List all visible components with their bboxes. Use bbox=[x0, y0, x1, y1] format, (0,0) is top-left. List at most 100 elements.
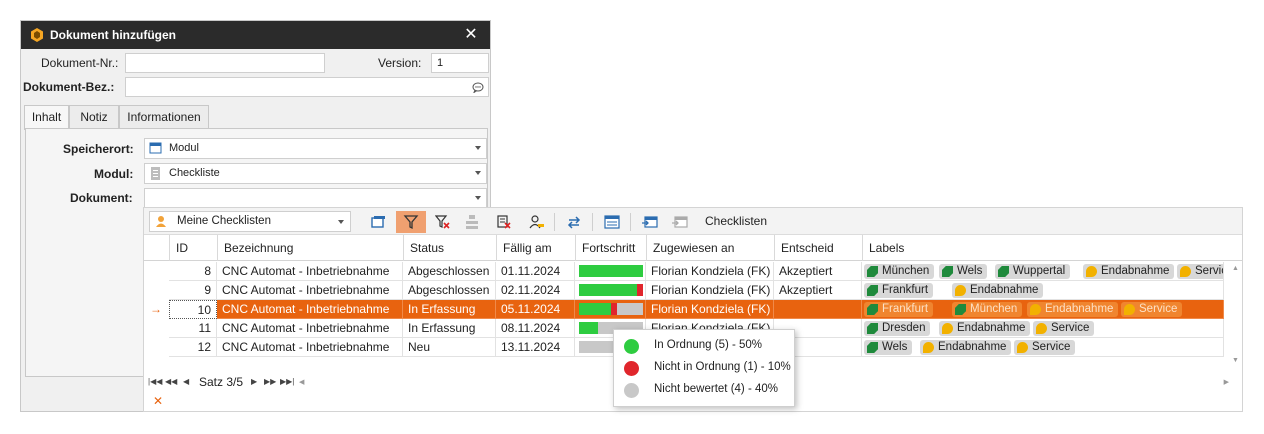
vertical-scrollbar[interactable]: ▲ ▼ bbox=[1228, 261, 1242, 371]
cell-bezeichnung[interactable]: CNC Automat - Inbetriebnahme bbox=[217, 262, 403, 281]
label-chip[interactable]: Endabnahme bbox=[952, 283, 1044, 298]
assign-user-button[interactable] bbox=[525, 211, 549, 233]
group-button[interactable] bbox=[460, 211, 484, 233]
label-chip[interactable]: Endabnahme bbox=[1027, 302, 1119, 317]
cell-zugewiesen[interactable]: Florian Kondziela (FK) bbox=[646, 281, 774, 300]
cell-bezeichnung[interactable]: CNC Automat - Inbetriebnahme bbox=[217, 281, 403, 300]
label-chip[interactable]: Wels bbox=[864, 340, 913, 355]
tab-notiz[interactable]: Notiz bbox=[69, 105, 119, 129]
column-header-status[interactable]: Status bbox=[403, 235, 496, 261]
cell-entscheid[interactable] bbox=[774, 300, 862, 319]
label-chip[interactable]: Wels bbox=[939, 264, 988, 279]
label-chip[interactable]: Service bbox=[1177, 264, 1223, 279]
column-header-faellig[interactable]: Fällig am bbox=[496, 235, 575, 261]
view-select[interactable]: Meine Checklisten bbox=[149, 211, 351, 232]
cancel-icon[interactable]: ✕ bbox=[153, 394, 163, 408]
label-chip[interactable]: München bbox=[864, 264, 935, 279]
cell-faellig[interactable]: 08.11.2024 bbox=[496, 319, 575, 338]
export-button[interactable] bbox=[638, 211, 662, 233]
label-chip[interactable]: Frankfurt bbox=[864, 283, 934, 298]
import-icon bbox=[672, 216, 688, 228]
cell-bezeichnung[interactable]: CNC Automat - Inbetriebnahme bbox=[217, 300, 403, 319]
column-header-bezeichnung[interactable]: Bezeichnung bbox=[217, 235, 403, 261]
cell-bezeichnung[interactable]: CNC Automat - Inbetriebnahme bbox=[217, 338, 403, 357]
table-row[interactable]: 9 CNC Automat - Inbetriebnahme Abgeschloss… bbox=[144, 281, 1242, 300]
column-header-labels[interactable]: Labels bbox=[862, 235, 1224, 261]
previous-page-icon[interactable]: ◀◀ bbox=[165, 377, 177, 386]
cell-entscheid[interactable]: Akzeptiert bbox=[774, 262, 862, 281]
cell-faellig[interactable]: 05.11.2024 bbox=[496, 300, 575, 319]
cell-status[interactable]: In Erfassung bbox=[403, 300, 496, 319]
label-text: Service bbox=[1032, 341, 1071, 353]
cell-id[interactable]: 11 bbox=[169, 319, 217, 338]
column-header-fortschritt[interactable]: Fortschritt bbox=[575, 235, 646, 261]
cell-zugewiesen[interactable]: Florian Kondziela (FK) bbox=[646, 300, 774, 319]
modul-select[interactable]: Checkliste bbox=[144, 163, 487, 184]
version-input[interactable]: 1 bbox=[431, 53, 489, 73]
filter-button[interactable] bbox=[396, 211, 426, 233]
import-button[interactable] bbox=[668, 211, 692, 233]
first-record-icon[interactable]: |◀◀ bbox=[148, 377, 162, 386]
filter-icon bbox=[403, 215, 419, 230]
cell-status[interactable]: In Erfassung bbox=[403, 319, 496, 338]
cell-faellig[interactable]: 13.11.2024 bbox=[496, 338, 575, 357]
cell-status[interactable]: Abgeschlossen bbox=[403, 262, 496, 281]
cell-bezeichnung[interactable]: CNC Automat - Inbetriebnahme bbox=[217, 319, 403, 338]
dokument-label: Dokument: bbox=[70, 191, 133, 205]
cell-fortschritt[interactable] bbox=[575, 281, 646, 300]
label-chip[interactable]: Service bbox=[1121, 302, 1183, 317]
cell-id[interactable]: 9 bbox=[169, 281, 217, 300]
delete-button[interactable] bbox=[492, 211, 516, 233]
cell-faellig[interactable]: 01.11.2024 bbox=[496, 262, 575, 281]
tab-inhalt[interactable]: Inhalt bbox=[24, 105, 69, 130]
cell-entscheid[interactable]: Akzeptiert bbox=[774, 281, 862, 300]
tag-icon bbox=[867, 342, 878, 353]
cell-status[interactable]: Abgeschlossen bbox=[403, 281, 496, 300]
previous-record-icon[interactable]: ◀ bbox=[183, 377, 189, 386]
cell-faellig[interactable]: 02.11.2024 bbox=[496, 281, 575, 300]
table-row[interactable]: 10 CNC Automat - Inbetriebnahme In Erfassu… bbox=[144, 300, 1242, 319]
tag-icon bbox=[867, 285, 878, 296]
last-record-icon[interactable]: ▶▶| bbox=[280, 377, 294, 386]
column-header-entscheid[interactable]: Entscheid bbox=[774, 235, 862, 261]
pin-icon bbox=[923, 342, 934, 353]
label-chip[interactable]: Endabnahme bbox=[939, 321, 1031, 336]
cell-labels[interactable]: Frankfurt Endabnahme bbox=[862, 281, 1224, 300]
next-page-icon[interactable]: ▶▶ bbox=[264, 377, 276, 386]
cell-id[interactable]: 8 bbox=[169, 262, 217, 281]
cell-fortschritt[interactable] bbox=[575, 300, 646, 319]
cell-zugewiesen[interactable]: Florian Kondziela (FK) bbox=[646, 262, 774, 281]
column-header-zugewiesen[interactable]: Zugewiesen an bbox=[646, 235, 774, 261]
tab-informationen[interactable]: Informationen bbox=[119, 105, 209, 129]
label-chip[interactable]: München bbox=[952, 302, 1023, 317]
table-row[interactable]: 8 CNC Automat - Inbetriebnahme Abgeschloss… bbox=[144, 262, 1242, 281]
clear-filter-button[interactable] bbox=[431, 211, 455, 233]
speicherort-select[interactable]: Modul bbox=[144, 138, 487, 159]
cell-labels[interactable]: Dresden Endabnahme Service bbox=[862, 319, 1224, 338]
doc-nr-input[interactable] bbox=[125, 53, 325, 73]
app-logo-icon bbox=[31, 28, 43, 42]
label-chip[interactable]: Dresden bbox=[864, 321, 931, 336]
dokument-select[interactable] bbox=[144, 188, 487, 209]
cell-status[interactable]: Neu bbox=[403, 338, 496, 357]
close-button[interactable]: ✕ bbox=[459, 24, 483, 46]
list-view-button[interactable] bbox=[600, 211, 624, 233]
label-chip[interactable]: Endabnahme bbox=[920, 340, 1012, 355]
comment-icon[interactable] bbox=[472, 82, 484, 93]
cell-id[interactable]: 10 bbox=[169, 300, 217, 319]
doc-bez-input[interactable] bbox=[125, 77, 489, 97]
next-record-icon[interactable]: ▶ bbox=[251, 377, 257, 386]
label-chip[interactable]: Frankfurt bbox=[864, 302, 934, 317]
cell-labels[interactable]: Wels Endabnahme Service bbox=[862, 338, 1224, 357]
cell-id[interactable]: 12 bbox=[169, 338, 217, 357]
label-chip[interactable]: Endabnahme bbox=[1083, 264, 1175, 279]
window-button[interactable] bbox=[366, 211, 390, 233]
cell-labels[interactable]: Frankfurt München Endabnahme Service bbox=[862, 300, 1224, 319]
label-chip[interactable]: Service bbox=[1014, 340, 1076, 355]
refresh-button[interactable] bbox=[562, 211, 586, 233]
label-chip[interactable]: Service bbox=[1033, 321, 1095, 336]
cell-fortschritt[interactable] bbox=[575, 262, 646, 281]
column-header-id[interactable]: ID bbox=[169, 235, 217, 261]
cell-labels[interactable]: München Wels Wuppertal Endabnahme Service bbox=[862, 262, 1224, 281]
label-chip[interactable]: Wuppertal bbox=[995, 264, 1071, 279]
